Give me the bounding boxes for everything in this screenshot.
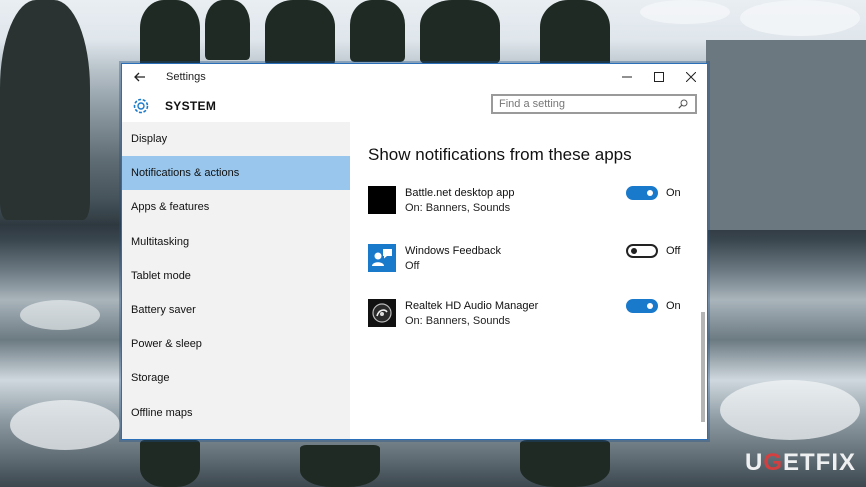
sidebar-item-display[interactable]: Display (122, 122, 350, 156)
toggle-label: Off (666, 245, 681, 257)
toggle-label: On (666, 300, 681, 312)
content-pane: Show notifications from these apps Battl… (350, 122, 707, 439)
sidebar-item-offline-maps[interactable]: Offline maps (122, 396, 350, 430)
app-status: On: Banners, Sounds (405, 202, 511, 214)
sidebar-item-label: Display (131, 133, 168, 146)
sidebar-item-label: Notifications & actions (131, 167, 240, 180)
page-title: Show notifications from these apps (368, 145, 632, 164)
app-status: On: Banners, Sounds (405, 315, 511, 327)
settings-window: Settings SYSTEM Find a setting Display N… (121, 63, 708, 440)
app-row-windows-feedback: Windows Feedback Off Off (368, 244, 688, 280)
toggle-knob (647, 190, 653, 196)
app-status: Off (405, 260, 420, 272)
toggle-knob (631, 248, 637, 254)
maximize-button[interactable] (643, 64, 675, 90)
notification-toggle[interactable] (626, 299, 658, 313)
search-input[interactable] (493, 98, 675, 110)
app-name: Windows Feedback (405, 245, 501, 257)
sidebar-item-label: Battery saver (131, 304, 196, 317)
scrollbar[interactable] (701, 312, 705, 422)
search-box[interactable] (491, 94, 697, 114)
sidebar-item-apps-features[interactable]: Apps & features (122, 190, 350, 224)
title-bar: Settings (122, 64, 707, 90)
minimize-button[interactable] (611, 64, 643, 90)
app-name: Realtek HD Audio Manager (405, 300, 539, 312)
sidebar-item-storage[interactable]: Storage (122, 361, 350, 395)
watermark-logo: UGETFIX (744, 449, 856, 476)
minimize-icon (622, 76, 632, 78)
realtek-audio-icon (368, 299, 396, 327)
toggle-label: On (666, 187, 681, 199)
sidebar-item-label: Storage (131, 372, 170, 385)
sidebar-item-power-sleep[interactable]: Power & sleep (122, 327, 350, 361)
app-name: Battle.net desktop app (405, 187, 515, 199)
windows-feedback-icon (368, 244, 396, 272)
app-row-battlenet: Battle.net desktop app On: Banners, Soun… (368, 186, 688, 222)
sidebar-item-label: Power & sleep (131, 338, 202, 351)
gear-icon (131, 96, 151, 116)
close-icon (686, 72, 696, 82)
sidebar-item-notifications-actions[interactable]: Notifications & actions (122, 156, 350, 191)
search-icon[interactable] (675, 99, 691, 109)
sidebar-item-label: Multitasking (131, 235, 190, 248)
back-arrow-icon (134, 72, 145, 82)
sidebar-item-label: Apps & features (131, 201, 210, 214)
close-button[interactable] (675, 64, 707, 90)
sidebar-item-battery-saver[interactable]: Battery saver (122, 293, 350, 327)
sidebar-item-label: Offline maps (131, 406, 193, 419)
toggle-knob (647, 303, 653, 309)
notification-toggle[interactable] (626, 244, 658, 258)
window-title: Settings (166, 71, 206, 83)
sidebar-item-tablet-mode[interactable]: Tablet mode (122, 259, 350, 293)
notification-toggle[interactable] (626, 186, 658, 200)
section-title: SYSTEM (165, 99, 217, 113)
app-row-realtek: Realtek HD Audio Manager On: Banners, So… (368, 299, 688, 335)
sidebar: Display Notifications & actions Apps & f… (122, 122, 350, 439)
sidebar-item-multitasking[interactable]: Multitasking (122, 225, 350, 259)
battlenet-app-icon (368, 186, 396, 214)
maximize-icon (654, 72, 664, 82)
back-button[interactable] (122, 64, 158, 90)
settings-header: SYSTEM (122, 90, 707, 122)
sidebar-item-label: Tablet mode (131, 269, 191, 282)
